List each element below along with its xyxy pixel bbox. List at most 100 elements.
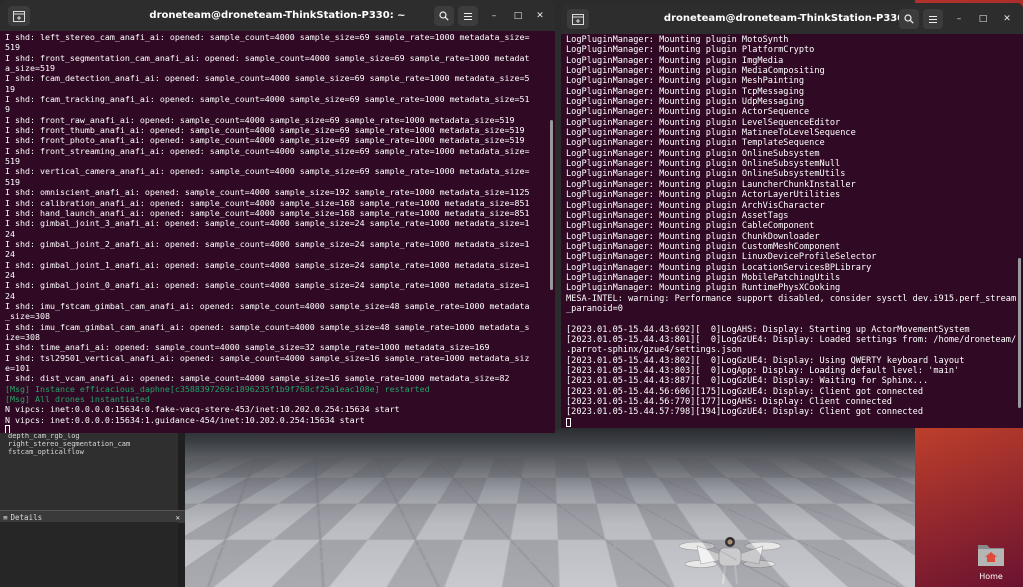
terminal-line: I shd: vertical_camera_anafi_ai: opened:… <box>5 166 530 177</box>
terminal-line: I shd: front_photo_anafi_ai: opened: sam… <box>5 135 525 146</box>
details-title: Details <box>10 512 43 522</box>
terminal-line: LogPluginManager: Mounting plugin ArchVi… <box>566 200 825 211</box>
new-tab-icon[interactable] <box>8 6 30 26</box>
right-terminal-output[interactable]: LogPluginManager: Mounting plugin MotoSy… <box>566 35 1017 428</box>
drone-model <box>678 537 782 585</box>
terminal-line: 519 <box>5 42 20 53</box>
terminal-line: I shd: left_stereo_cam_anafi_ai: opened:… <box>5 32 530 42</box>
left-terminal-window[interactable]: droneteam@droneteam-ThinkStation-P330: ~… <box>0 0 555 433</box>
terminal-prompt[interactable] <box>566 417 1017 428</box>
terminal-line: I shd: front_segmentation_cam_anafi_ai: … <box>5 52 530 63</box>
simulation-viewport[interactable] <box>185 428 915 587</box>
terminal-line: [2023.01.05-15.44.43:802][ 0]LogGzUE4: D… <box>566 355 965 366</box>
panel-scrollbar[interactable] <box>178 428 185 587</box>
search-icon[interactable] <box>899 9 919 29</box>
terminal-line: _paranoid=0 <box>566 303 623 314</box>
outliner-item[interactable]: fstcam_opticalflow <box>0 448 178 456</box>
terminal-line: LogPluginManager: Mounting plugin MeshPa… <box>566 76 804 87</box>
left-terminal-titlebar[interactable]: droneteam@droneteam-ThinkStation-P330: ~… <box>0 0 555 31</box>
terminal-line: LogPluginManager: Mounting plugin Locati… <box>566 262 872 273</box>
terminal-line: 24 <box>5 249 15 260</box>
terminal-line: I shd: omniscient_anafi_ai: opened: samp… <box>5 187 530 198</box>
terminal-line: LogPluginManager: Mounting plugin ImgMed… <box>566 55 784 66</box>
terminal-line: .parrot-sphinx/gzue4/settings.json <box>566 345 742 356</box>
maximize-icon[interactable]: □ <box>973 9 993 29</box>
terminal-line: [2023.01.05-15.44.57:798][194]LogGzUE4: … <box>566 407 923 418</box>
terminal-line: I shd: fcam_detection_anafi_ai: opened: … <box>5 73 530 84</box>
hamburger-menu-icon[interactable] <box>923 9 943 29</box>
terminal-line: I shd: imu_fstcam_gimbal_cam_anafi_ai: o… <box>5 300 530 311</box>
cursor <box>566 417 571 427</box>
terminal-line: [2023.01.05-15.44.43:887][ 0]LogGzUE4: D… <box>566 376 929 387</box>
terminal-line: LogPluginManager: Mounting plugin ActorL… <box>566 190 841 201</box>
terminal-line: 519 <box>5 176 20 187</box>
minimize-icon[interactable]: – <box>949 9 969 29</box>
terminal-line: I shd: front_thumb_anafi_ai: opened: sam… <box>5 125 525 136</box>
outliner-item[interactable]: right_stereo_segmentation_cam <box>0 440 178 448</box>
terminal-line: [2023.01.05-15.44.56:606][175]LogGzUE4: … <box>566 386 923 397</box>
terminal-line: I shd: hand_launch_anafi_ai: opened: sam… <box>5 207 530 218</box>
terminal-line: MESA-INTEL: warning: Performance support… <box>566 293 1017 304</box>
terminal-line: [2023.01.05-15.44.56:770][177]LogAHS: Di… <box>566 397 892 408</box>
minimize-icon[interactable]: – <box>484 6 504 26</box>
terminal-line: LogPluginManager: Mounting plugin Online… <box>566 148 820 159</box>
terminal-line: a_size=519 <box>5 63 55 74</box>
terminal-line: LogPluginManager: Mounting plugin Mobile… <box>566 272 841 283</box>
terminal-line: 24 <box>5 269 15 280</box>
left-terminal-output[interactable]: I shd: left_stereo_cam_anafi_ai: opened:… <box>5 32 549 433</box>
right-terminal-window[interactable]: droneteam@droneteam-ThinkStation-P330: ~… <box>561 3 1023 428</box>
close-icon[interactable]: ✕ <box>530 6 550 26</box>
terminal-line: LogPluginManager: Mounting plugin CableC… <box>566 221 815 232</box>
terminal-line: I shd: gimbal_joint_2_anafi_ai: opened: … <box>5 238 530 249</box>
terminal-line: I shd: imu_fcam_gimbal_cam_anafi_ai: ope… <box>5 321 530 332</box>
terminal-line: e=101 <box>5 363 30 373</box>
terminal-line: N vipcs: inet:0.0.0.0:15634:1.guidance-4… <box>5 414 365 425</box>
terminal-line: LogPluginManager: Mounting plugin LevelS… <box>566 117 841 128</box>
close-details-icon[interactable]: ✕ <box>175 513 180 522</box>
terminal-line: LogPluginManager: Mounting plugin MediaC… <box>566 66 825 77</box>
left-terminal-title: droneteam@droneteam-ThinkStation-P330: ~ <box>149 10 406 21</box>
hamburger-menu-icon[interactable] <box>458 6 478 26</box>
terminal-line: I shd: front_streaming_anafi_ai: opened:… <box>5 145 530 156</box>
search-icon[interactable] <box>434 6 454 26</box>
terminal-line: [2023.01.05-15.44.43:692][ 0]LogAHS: Dis… <box>566 324 970 335</box>
terminal-prompt[interactable] <box>5 425 549 433</box>
terminal-line: LogPluginManager: Mounting plugin ActorS… <box>566 107 810 118</box>
terminal-line: I shd: gimbal_joint_1_anafi_ai: opened: … <box>5 259 530 270</box>
terminal-line: 519 <box>5 156 20 167</box>
terminal-line: LogPluginManager: Mounting plugin Matine… <box>566 128 856 139</box>
maximize-icon[interactable]: □ <box>508 6 528 26</box>
terminal-line: I shd: time_anafi_ai: opened: sample_cou… <box>5 342 490 353</box>
terminal-line: [2023.01.05-15.44.43:803][ 0]LogApp: Dis… <box>566 366 960 376</box>
terminal-line: I shd: front_raw_anafi_ai: opened: sampl… <box>5 114 515 125</box>
right-terminal-titlebar[interactable]: droneteam@droneteam-ThinkStation-P330: ~… <box>561 3 1023 34</box>
left-terminal-scrollbar[interactable] <box>550 120 553 290</box>
terminal-line: 24 <box>5 290 15 301</box>
terminal-line: LogPluginManager: Mounting plugin LinuxD… <box>566 252 877 263</box>
terminal-line: LogPluginManager: Mounting plugin MotoSy… <box>566 35 789 45</box>
terminal-line: I shd: gimbal_joint_0_anafi_ai: opened: … <box>5 280 530 291</box>
terminal-line: _size=308 <box>5 311 50 322</box>
details-icon: ≡ <box>3 512 8 522</box>
terminal-line: LogPluginManager: Mounting plugin TcpMes… <box>566 86 804 97</box>
terminal-line: LogPluginManager: Mounting plugin Online… <box>566 169 846 180</box>
home-label: Home <box>979 572 1003 581</box>
terminal-line: ize=308 <box>5 331 40 342</box>
cursor <box>5 425 10 433</box>
terminal-line: LogPluginManager: Mounting plugin Platfo… <box>566 45 815 56</box>
terminal-line: 19 <box>5 83 15 94</box>
close-icon[interactable]: ✕ <box>997 9 1017 29</box>
new-tab-icon[interactable] <box>567 9 589 29</box>
terminal-line: I shd: calibration_anafi_ai: opened: sam… <box>5 197 530 208</box>
outliner-item[interactable]: depth_cam_rgb_log <box>0 432 178 440</box>
terminal-line: I shd: fcam_tracking_anafi_ai: opened: s… <box>5 94 530 105</box>
editor-left-panel: depth_cam_rgb_log right_stereo_segmentat… <box>0 428 185 587</box>
home-folder-icon <box>978 545 1004 566</box>
world-outliner: depth_cam_rgb_log right_stereo_segmentat… <box>0 428 178 508</box>
right-terminal-scrollbar[interactable] <box>1018 258 1021 408</box>
terminal-line: LogPluginManager: Mounting plugin UdpMes… <box>566 97 804 108</box>
terminal-line: LogPluginManager: Mounting plugin Launch… <box>566 179 856 190</box>
terminal-line: LogPluginManager: Mounting plugin AssetT… <box>566 210 789 221</box>
home-desktop-shortcut[interactable]: Home <box>975 540 1007 587</box>
